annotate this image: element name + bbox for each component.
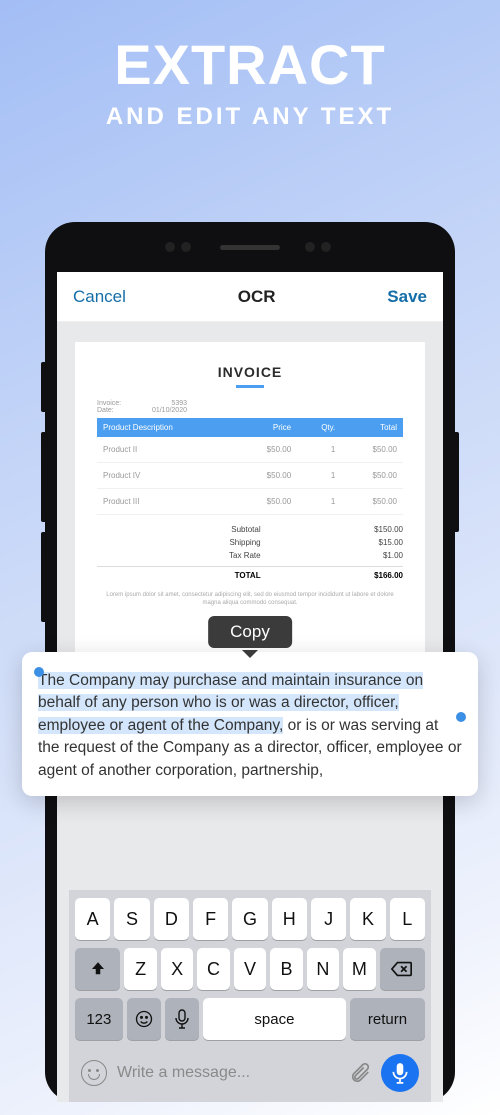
key-g[interactable]: G: [232, 898, 267, 940]
invoice-title: INVOICE: [97, 364, 403, 380]
screen-title: OCR: [238, 287, 276, 307]
selected-text-card[interactable]: The Company may purchase and maintain in…: [22, 652, 478, 796]
selection-handle-end[interactable]: [456, 712, 466, 722]
emoji-key[interactable]: [127, 998, 161, 1040]
tooltip-arrow: [242, 650, 258, 658]
message-input[interactable]: Write a message...: [117, 1064, 339, 1082]
backspace-icon: [391, 960, 413, 978]
microphone-icon: [175, 1009, 189, 1029]
smiley-icon[interactable]: [81, 1060, 107, 1086]
key-h[interactable]: H: [272, 898, 307, 940]
navbar: Cancel OCR Save: [57, 272, 443, 322]
voice-button[interactable]: [381, 1054, 419, 1092]
table-row: Product III$50.001$50.00: [97, 489, 403, 515]
key-b[interactable]: B: [270, 948, 302, 990]
invoice-footnote: Lorem ipsum dolor sit amet, consectetur …: [97, 592, 403, 608]
shift-key[interactable]: [75, 948, 120, 990]
save-button[interactable]: Save: [387, 287, 427, 307]
key-c[interactable]: C: [197, 948, 229, 990]
key-x[interactable]: X: [161, 948, 193, 990]
space-key[interactable]: space: [203, 998, 346, 1040]
emoji-icon: [134, 1009, 154, 1029]
key-l[interactable]: L: [390, 898, 425, 940]
numeric-key[interactable]: 123: [75, 998, 123, 1040]
key-m[interactable]: M: [343, 948, 375, 990]
invoice-table: Product Description Price Qty. Total Pro…: [97, 418, 403, 515]
key-j[interactable]: J: [311, 898, 346, 940]
table-row: Product II$50.001$50.00: [97, 437, 403, 463]
key-k[interactable]: K: [350, 898, 385, 940]
selection-handle-start[interactable]: [34, 667, 44, 677]
dictation-key[interactable]: [165, 998, 199, 1040]
hero-title: EXTRACT: [0, 32, 500, 97]
shift-icon: [89, 960, 107, 978]
extracted-text[interactable]: The Company may purchase and maintain in…: [38, 670, 462, 782]
return-key[interactable]: return: [350, 998, 425, 1040]
copy-tooltip[interactable]: Copy: [208, 616, 292, 648]
key-s[interactable]: S: [114, 898, 149, 940]
key-z[interactable]: Z: [124, 948, 156, 990]
key-v[interactable]: V: [234, 948, 266, 990]
key-a[interactable]: A: [75, 898, 110, 940]
keyboard: A S D F G H J K L Z X C V B N M: [69, 890, 431, 1102]
message-bar: Write a message...: [73, 1048, 427, 1092]
attachment-icon[interactable]: [349, 1062, 371, 1084]
backspace-key[interactable]: [380, 948, 425, 990]
hero-subtitle: AND EDIT ANY TEXT: [0, 103, 500, 131]
microphone-icon: [392, 1062, 408, 1084]
key-f[interactable]: F: [193, 898, 228, 940]
cancel-button[interactable]: Cancel: [73, 287, 126, 307]
table-row: Product IV$50.001$50.00: [97, 463, 403, 489]
key-d[interactable]: D: [154, 898, 189, 940]
key-n[interactable]: N: [307, 948, 339, 990]
